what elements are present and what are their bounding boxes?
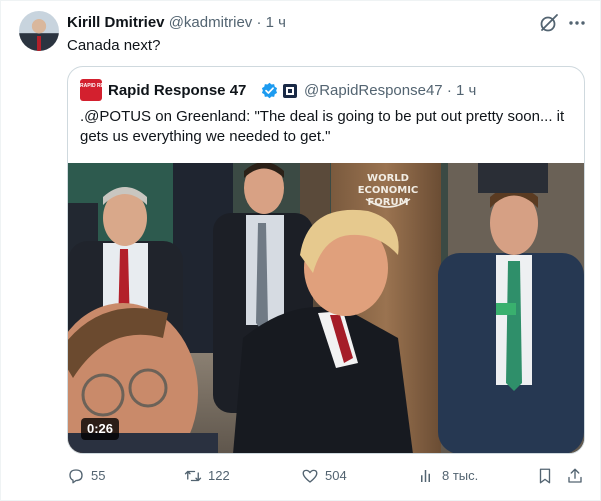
like-button[interactable]: 504: [301, 466, 371, 486]
wef-backdrop-line-1: WORLD: [367, 173, 409, 184]
tweet-time[interactable]: 1 ч: [266, 14, 286, 31]
verified-badge-icon: [261, 82, 278, 99]
author-handle[interactable]: @kadmitriev: [169, 14, 253, 31]
tweet-card[interactable]: Kirill Dmitriev @kadmitriev · 1 ч Canada…: [0, 0, 601, 501]
repost-count: 122: [208, 468, 230, 483]
speech-bubble-icon: [69, 469, 83, 484]
repost-button[interactable]: 122: [184, 466, 254, 486]
wef-backdrop-line-2: ECONOMIC: [358, 185, 419, 196]
video-player[interactable]: WORLD ECONOMIC FORUM 0:26: [68, 163, 584, 453]
quoted-tweet[interactable]: RAPID RESPONSE 47 Rapid Response 47 @Rap…: [67, 66, 585, 454]
action-bar: 55 122 504 8 тыс.: [67, 466, 587, 488]
reply-count: 55: [91, 468, 106, 483]
government-affiliation-icon: [283, 84, 297, 98]
reply-button[interactable]: 55: [67, 466, 127, 486]
avatar-tie-detail: [37, 36, 41, 51]
quoted-separator: ·: [446, 82, 452, 99]
views-count: 8 тыс.: [442, 468, 479, 483]
video-frame: WORLD ECONOMIC FORUM: [68, 163, 584, 453]
header-separator: ·: [256, 14, 262, 31]
quoted-meta: @RapidResponse47 · 1 ч: [304, 79, 476, 103]
grok-slash-circle-icon[interactable]: [539, 13, 559, 33]
video-duration-badge: 0:26: [81, 418, 120, 440]
author-avatar[interactable]: [19, 11, 59, 51]
author-name[interactable]: Kirill Dmitriev: [67, 14, 165, 31]
quoted-author-name[interactable]: Rapid Response 47: [108, 79, 246, 103]
bookmark-icon[interactable]: [536, 467, 554, 485]
share-upload-icon[interactable]: [566, 467, 584, 485]
bar-chart-icon: [421, 470, 430, 482]
rapid-response-logo[interactable]: RAPID RESPONSE 47: [80, 79, 102, 101]
quoted-text: .@POTUS on Greenland: "The deal is going…: [80, 108, 565, 145]
views-button[interactable]: 8 тыс.: [418, 466, 498, 486]
quoted-time[interactable]: 1 ч: [456, 82, 476, 99]
quoted-author-handle[interactable]: @RapidResponse47: [304, 82, 443, 99]
tweet-header: Kirill Dmitriev @kadmitriev · 1 ч: [67, 13, 286, 33]
tweet-text: Canada next?: [67, 37, 161, 54]
repost-arrows-icon: [184, 470, 202, 482]
ellipsis-icon[interactable]: [567, 13, 587, 33]
like-count: 504: [325, 468, 347, 483]
heart-icon: [302, 469, 318, 483]
